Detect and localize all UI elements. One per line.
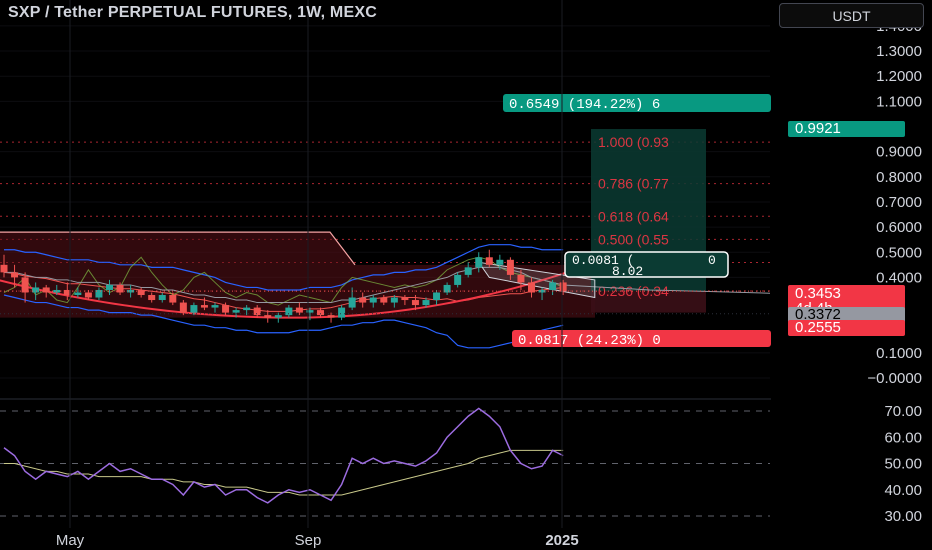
candle-body [222,305,230,313]
candle-body [390,297,398,303]
time-axis[interactable] [0,528,932,550]
candle-body [264,315,272,318]
fib-level-label: 1.000 (0.93 [598,134,669,150]
price-tick-label: 0.5000 [876,244,922,261]
currency-selector-button[interactable]: USDT [779,3,924,28]
support-level-tag: 0.2555 [795,319,841,336]
candle-body [517,274,525,283]
candle-body [475,257,483,268]
rsi-tick-label: 70.00 [884,403,922,420]
candle-body [200,305,208,308]
candle-body [21,277,29,293]
candle-body [253,307,261,316]
candle-body [401,297,409,301]
candle-body [42,287,50,293]
target-price-tag: 0.9921 [795,120,841,137]
candle-body [32,287,40,293]
candle-body [422,300,430,306]
price-tick-label: 0.8000 [876,169,922,186]
candle-body [169,295,177,303]
candle-body [190,305,198,313]
candle-body [496,259,504,265]
candle-body [454,274,462,285]
measure-top-text: 0.6549 (194.22%) 6 [509,97,660,113]
candle-body [359,297,367,303]
rsi-tick-label: 50.00 [884,456,922,473]
price-tick-label: 1.1000 [876,93,922,110]
candle-body [274,315,282,318]
price-tick-label: 0.4000 [876,269,922,286]
candle-body [148,295,156,301]
candle-body [411,300,419,306]
candle-body [74,292,82,296]
price-tick-label: 0.1000 [876,345,922,362]
candle-body [211,305,219,308]
candle-body [559,282,567,292]
fib-level-label: 0.786 (0.77 [598,176,669,192]
rsi-tick-label: 30.00 [884,508,922,525]
candle-body [137,289,145,296]
candle-body [485,257,493,265]
candle-body [348,297,356,308]
candle-body [158,295,166,301]
candle-body [549,282,557,290]
measure-bottom-text: 0.0817 (24.23%) 0 [518,333,661,349]
candle-body [0,264,8,273]
time-axis-label: 2025 [545,532,578,549]
candle-body [464,267,472,275]
candle-body [528,282,535,293]
chart-canvas[interactable]: 1.000 (0.93 0.786 (0.77 0.618 (0.64 0.500 (… [0,0,932,550]
price-range-volume: 8.02 [612,264,643,279]
candle-body [84,292,92,298]
symbol-title[interactable]: SXP / Tether PERPETUAL FUTURES, 1W, MEXC [8,4,377,22]
candle-body [106,284,113,290]
candle-body [369,297,377,303]
candle-body [243,307,251,311]
time-axis-label: Sep [295,532,322,549]
price-tick-label: 0.7000 [876,194,922,211]
fib-level-label: 0.618 (0.64 [598,208,669,224]
price-range-bars: 0 [708,253,716,268]
candle-body [506,259,514,275]
price-tick-label: −0.0000 [867,370,922,387]
candle-body [232,310,240,313]
candle-body [317,310,324,316]
price-tick-label: 0.6000 [876,219,922,236]
candle-body [338,307,346,318]
price-tick-label: 0.9000 [876,144,922,161]
price-tick-label: 1.2000 [876,68,922,85]
candle-body [380,297,388,303]
rsi-tick-label: 60.00 [884,429,922,446]
candle-body [179,302,187,313]
candle-body [433,292,441,301]
candle-body [327,315,335,318]
fib-level-label: 0.500 (0.55 [598,231,669,247]
time-axis-label: May [56,532,85,549]
candle-body [11,272,19,278]
price-tick-label: 1.3000 [876,43,922,60]
rsi-tick-label: 40.00 [884,482,922,499]
candle-body [295,307,303,313]
